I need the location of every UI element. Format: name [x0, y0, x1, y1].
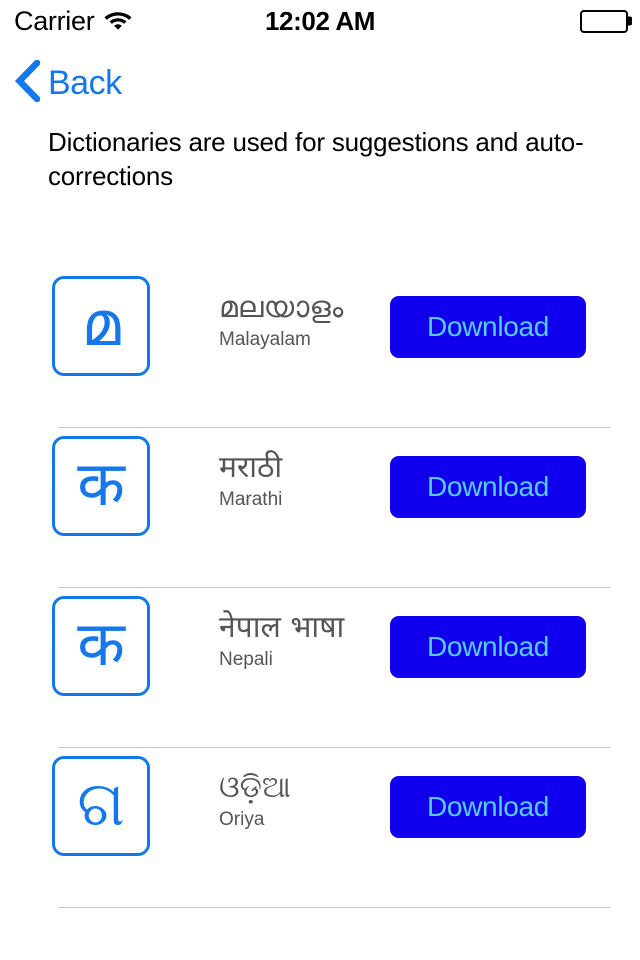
battery-cap	[628, 16, 632, 26]
language-icon-glyph: ଗ	[77, 767, 125, 840]
list-item[interactable]: क नेपाल भाषा Nepali Download	[0, 588, 640, 748]
chevron-left-icon	[14, 57, 42, 107]
malayalam-letter-icon: മ	[52, 276, 150, 376]
download-button[interactable]: Download	[390, 776, 586, 838]
devanagari-letter-icon: क	[52, 436, 150, 536]
back-button[interactable]: Back	[14, 55, 122, 111]
dictionary-row-malayalam: മ മലയാളം Malayalam Download	[0, 268, 640, 428]
dictionary-download-screen: Carrier 12:02 AM Back Dictionaries are u…	[0, 0, 640, 960]
back-button-label: Back	[48, 64, 122, 102]
devanagari-letter-icon: क	[52, 596, 150, 696]
language-icon-glyph: മ	[81, 287, 121, 360]
dictionary-list: മ മലയാളം Malayalam Download क मराठी Mara…	[0, 268, 640, 908]
language-icon-glyph: क	[77, 447, 125, 520]
list-item[interactable]: മ മലയാളം Malayalam Download	[0, 268, 640, 428]
dictionary-row-nepali: क नेपाल भाषा Nepali Download	[0, 588, 640, 748]
list-item[interactable]: क मराठी Marathi Download	[0, 428, 640, 588]
battery-full-icon	[580, 9, 632, 33]
status-bar: Carrier 12:02 AM	[0, 0, 640, 42]
dictionary-row-marathi: क मराठी Marathi Download	[0, 428, 640, 588]
page-description: Dictionaries are used for suggestions an…	[48, 127, 584, 191]
row-separator	[58, 907, 610, 908]
status-bar-time: 12:02 AM	[265, 5, 375, 36]
oriya-letter-icon: ଗ	[52, 756, 150, 856]
dictionary-row-oriya: ଗ ଓଡ଼ିଆ Oriya Download	[0, 748, 640, 908]
navigation-bar: Back	[0, 55, 640, 117]
download-button[interactable]: Download	[390, 616, 586, 678]
status-bar-right	[580, 9, 632, 33]
language-icon-glyph: क	[77, 607, 125, 680]
download-button[interactable]: Download	[390, 296, 586, 358]
download-button[interactable]: Download	[390, 456, 586, 518]
list-item[interactable]: ଗ ଓଡ଼ିଆ Oriya Download	[0, 748, 640, 908]
